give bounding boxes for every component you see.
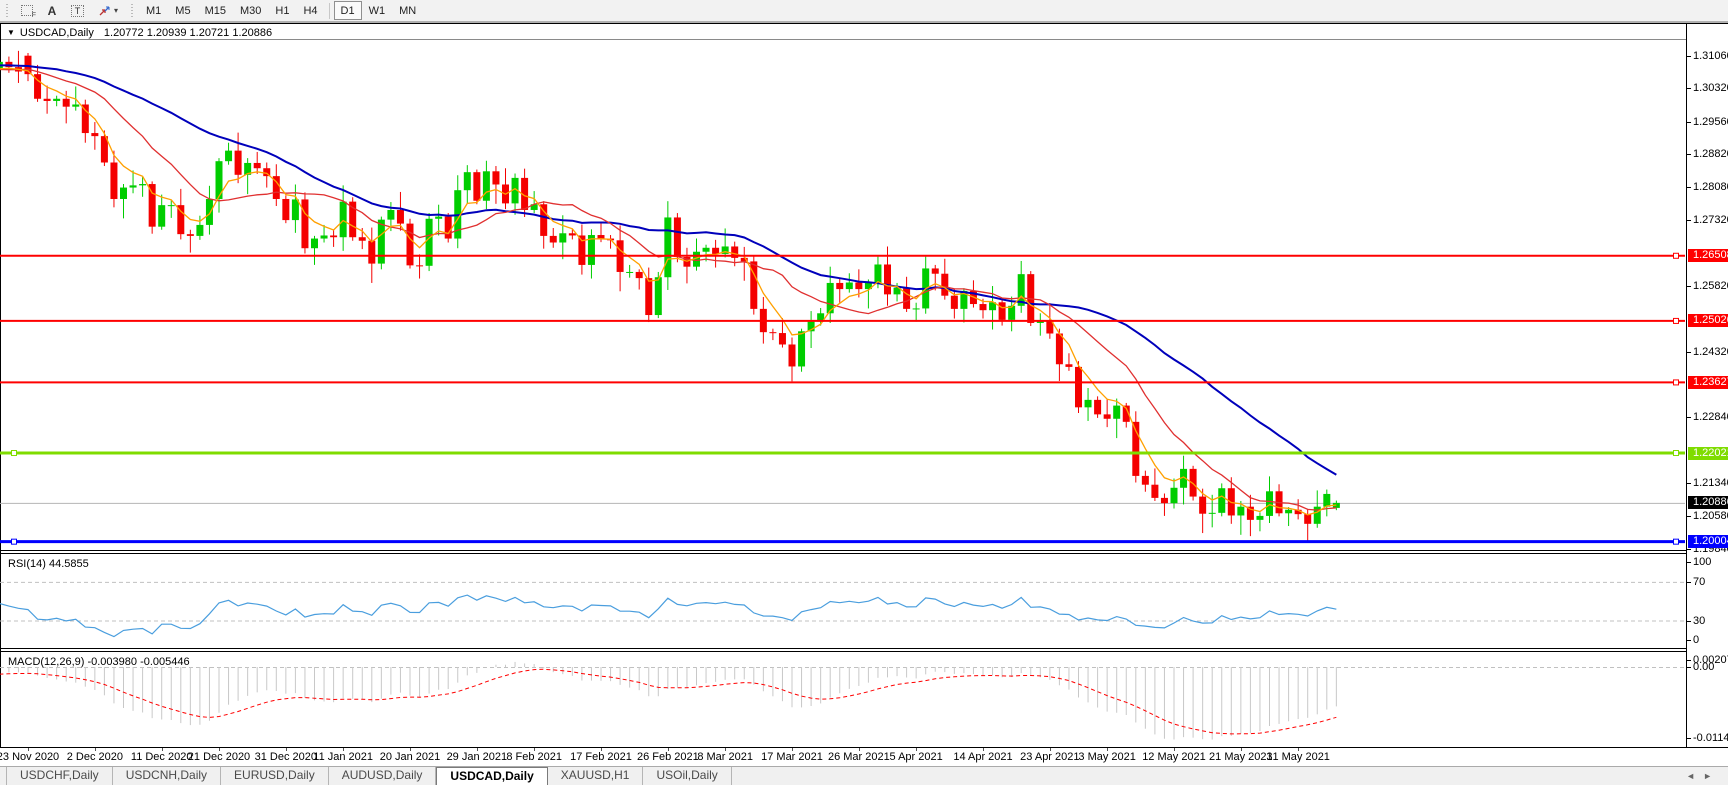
mt4-window: { "toolbar": { "tools": [ {"name": "grid… <box>0 0 1728 785</box>
tab-scroll-arrows[interactable]: ◄► <box>1686 771 1720 781</box>
timeframe-button-mn[interactable]: MN <box>392 1 423 20</box>
tab-usdcnh-daily[interactable]: USDCNH,Daily <box>113 767 222 785</box>
rsi-indicator-label: RSI(14) 44.5855 <box>8 558 89 570</box>
chart-title: ▼ USDCAD,Daily 1.20772 1.20939 1.20721 1… <box>7 26 279 39</box>
price-tick-label: 1.20580 <box>1687 510 1728 522</box>
label-tool-button[interactable]: T <box>64 1 91 20</box>
arrows-tool-button[interactable]: ▾ <box>91 1 125 20</box>
tab-usdcad-daily[interactable]: USDCAD,Daily <box>436 767 548 785</box>
toolbar-separator <box>328 2 330 19</box>
tab-usdchf-daily[interactable]: USDCHF,Daily <box>6 767 113 785</box>
price-badge-1.25026: 1.25026 <box>1688 314 1728 328</box>
price-tick-label: 1.24320 <box>1687 346 1728 358</box>
horizontal-lines[interactable] <box>0 252 1685 545</box>
toolbar-grip <box>129 3 137 18</box>
timeframe-button-m15[interactable]: M15 <box>198 1 233 20</box>
tab-audusd-daily[interactable]: AUDUSD,Daily <box>329 767 437 785</box>
timeframe-button-m5[interactable]: M5 <box>168 1 197 20</box>
timeframe-button-h1[interactable]: H1 <box>268 1 296 20</box>
rsi-pane <box>0 581 1685 638</box>
text-tool-button[interactable]: A <box>40 1 64 20</box>
price-tick-label: 1.28080 <box>1687 181 1728 193</box>
price-badge-1.22021: 1.22021 <box>1688 446 1728 460</box>
diagonal-arrows-icon <box>99 6 110 15</box>
grid-f-tool-button[interactable] <box>14 1 40 20</box>
chart-bottom-border <box>0 747 1728 748</box>
price-axis[interactable]: 1.31060 1.30320 1.29560 1.28820 1.28080 1.273… <box>1686 24 1728 747</box>
date-label: 31 May 2021 <box>1266 751 1330 763</box>
candles[interactable] <box>0 50 1340 542</box>
tab-usoil-daily[interactable]: USOil,Daily <box>643 767 732 785</box>
chart-tab-bar: USDCHF,Daily USDCNH,Daily EURUSD,Daily AUDU… <box>0 766 1728 785</box>
grid-f-icon <box>21 5 36 19</box>
tab-scroll-right-icon: ► <box>1703 771 1720 781</box>
timeframe-button-w1[interactable]: W1 <box>362 1 393 20</box>
date-axis[interactable]: 23 Nov 2020 2 Dec 2020 11 Dec 2020 21 Dec 2… <box>0 748 1728 765</box>
rsi-axis-label: 100 <box>1687 556 1711 568</box>
timeframe-button-m1[interactable]: M1 <box>139 1 168 20</box>
toolbar: A T ▾ M1M5M15M30H1H4 D1W1MN <box>0 0 1728 23</box>
timeframe-group: M1 M5 M15 M30 H1 H4 D1 W1 MN <box>139 1 423 20</box>
timeframe-button-d1[interactable]: D1 <box>333 1 362 20</box>
collapse-triangle-icon[interactable]: ▼ <box>7 28 15 37</box>
tab-xauusd-h1[interactable]: XAUUSD,H1 <box>548 767 644 785</box>
price-badge-1.20004: 1.20004 <box>1688 535 1728 549</box>
tab-scroll-left-icon: ◄ <box>1686 771 1704 781</box>
rsi-axis-label: 70 <box>1687 576 1705 588</box>
price-tick-label: 1.28820 <box>1687 148 1728 160</box>
chart-window: ▼ USDCAD,Daily 1.20772 1.20939 1.20721 1… <box>0 24 1686 747</box>
price-badge-1.23627: 1.23627 <box>1688 375 1728 389</box>
price-tick-label: 1.21340 <box>1687 477 1728 489</box>
chart-plot-area[interactable] <box>0 24 1686 747</box>
price-tick-label: 1.29560 <box>1687 116 1728 128</box>
rsi-axis-label: 0 <box>1687 634 1699 646</box>
tab-eurusd-daily[interactable]: EURUSD,Daily <box>221 767 329 785</box>
timeframe-button-h4[interactable]: H4 <box>296 1 324 20</box>
macd-indicator-label: MACD(12,26,9) -0.003980 -0.005446 <box>8 656 190 668</box>
price-tick-label: 1.27320 <box>1687 214 1728 226</box>
price-tick-label: 1.30320 <box>1687 82 1728 94</box>
chart-ohlc-quotes: 1.20772 1.20939 1.20721 1.20886 <box>103 26 273 39</box>
price-tick-label: 1.25820 <box>1687 280 1728 292</box>
macd-axis-label: 0.00 <box>1687 661 1714 673</box>
price-badge-1.26508: 1.26508 <box>1688 249 1728 263</box>
price-tick-label: 1.22840 <box>1687 411 1728 423</box>
toolbar-grip <box>4 3 11 18</box>
boxed-t-icon: T <box>71 4 84 17</box>
price-badge-1.20886: 1.20886 <box>1688 496 1728 510</box>
rsi-axis-label: 30 <box>1687 615 1705 627</box>
chart-symbol-period: USDCAD,Daily <box>19 26 94 39</box>
macd-pane <box>0 661 1685 740</box>
chevron-down-icon: ▾ <box>114 6 119 15</box>
macd-axis-label: -0.011462 <box>1687 732 1728 744</box>
letter-a-icon: A <box>47 3 57 18</box>
price-tick-label: 1.31060 <box>1687 50 1728 62</box>
timeframe-button-m30[interactable]: M30 <box>233 1 268 20</box>
